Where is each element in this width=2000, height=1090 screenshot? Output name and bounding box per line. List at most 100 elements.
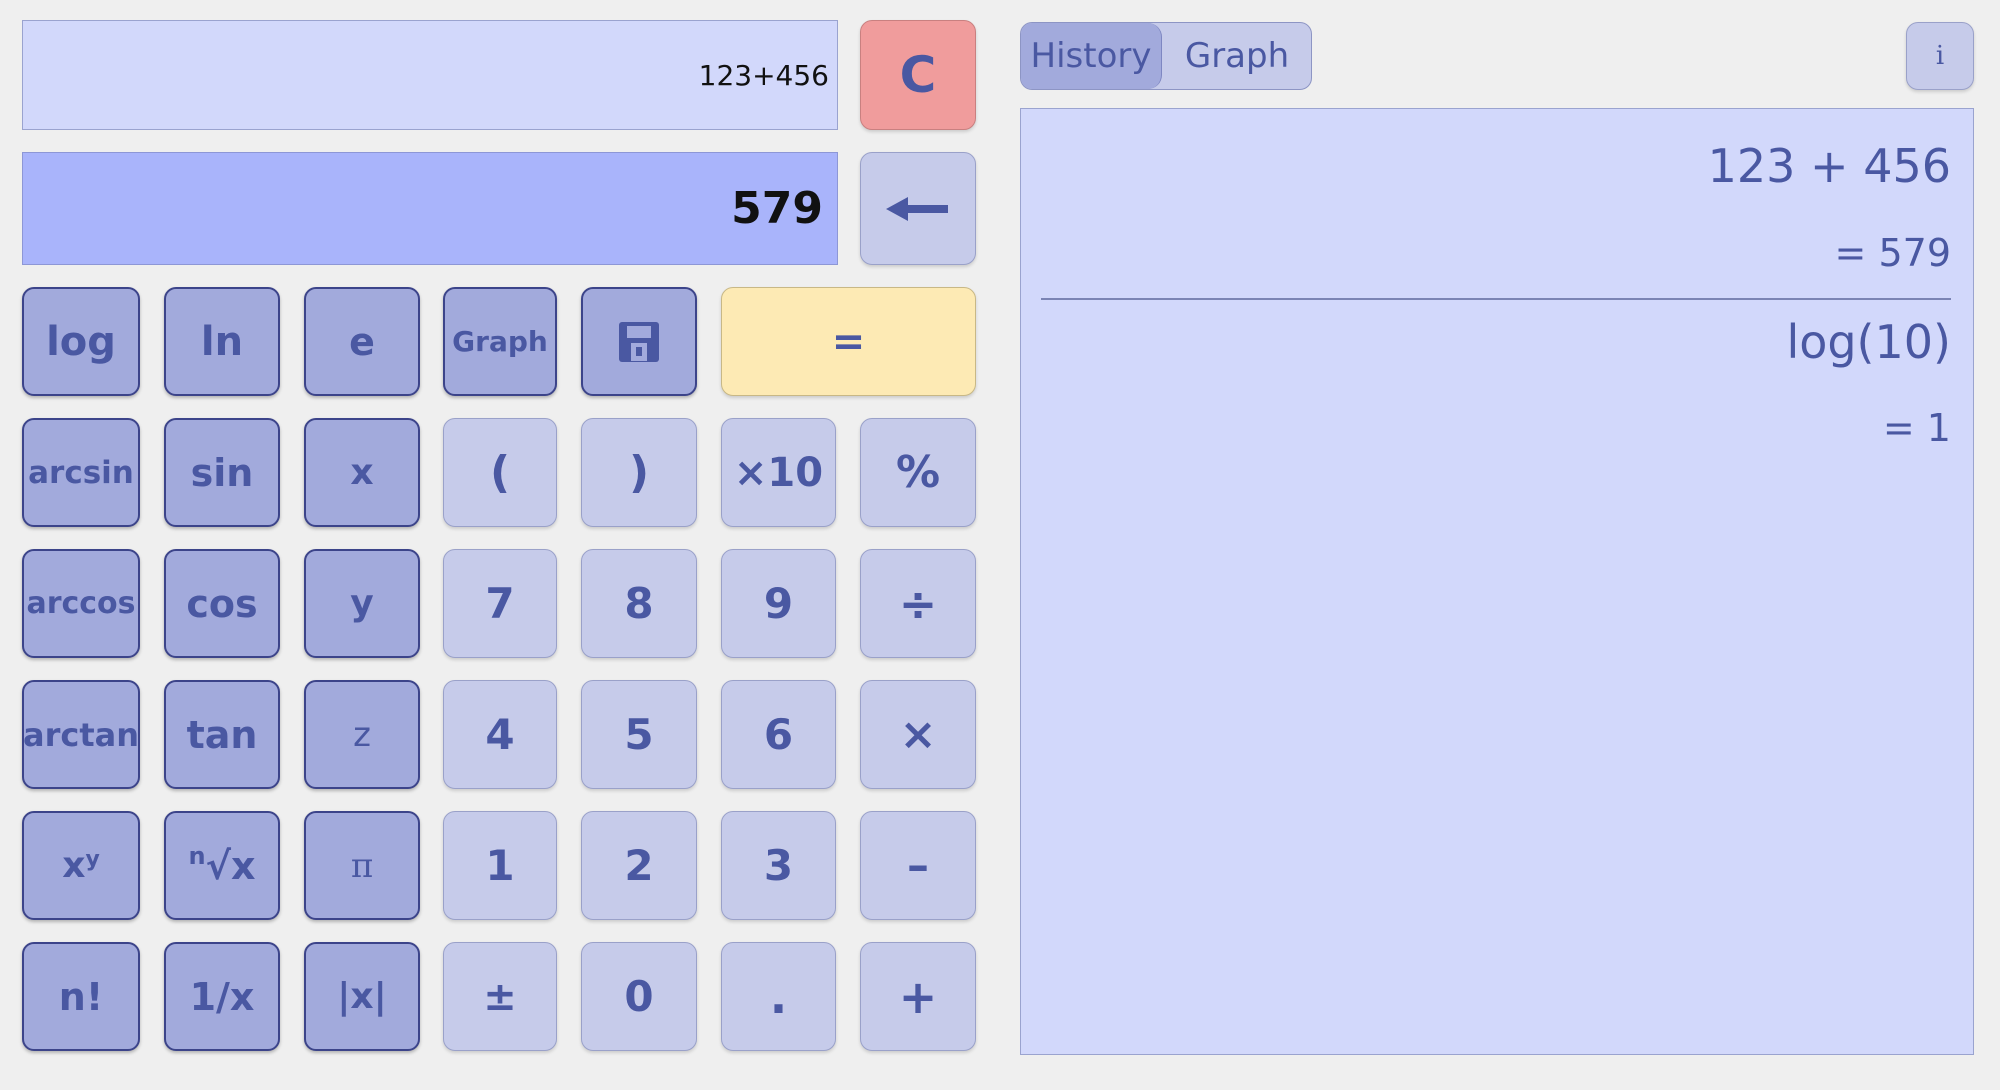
result-text: 579: [731, 183, 823, 234]
arccos-label: arccos: [26, 586, 136, 621]
digit-6-label: 6: [763, 710, 794, 759]
absolute-value-label: |x|: [337, 976, 387, 1017]
history-result[interactable]: = 1: [1883, 406, 1951, 450]
digit-6-button[interactable]: 6: [721, 680, 836, 789]
plus-label: +: [898, 969, 938, 1024]
root-body-label: √x: [205, 843, 256, 888]
factorial-button[interactable]: n!: [22, 942, 140, 1051]
expression-display: 123+456: [22, 20, 838, 130]
info-label: i: [1935, 41, 1945, 71]
tab-graph[interactable]: Graph: [1161, 23, 1311, 89]
arcsin-label: arcsin: [28, 454, 134, 491]
nth-root-button[interactable]: n √x: [164, 811, 280, 920]
plus-minus-label: ±: [483, 973, 517, 1020]
times-ten-label: ×10: [733, 449, 824, 496]
decimal-button[interactable]: .: [721, 942, 836, 1051]
graph-button[interactable]: Graph: [443, 287, 557, 396]
e-button[interactable]: e: [304, 287, 420, 396]
ln-button[interactable]: ln: [164, 287, 280, 396]
sin-label: sin: [190, 450, 254, 495]
e-label: e: [349, 319, 375, 364]
arcsin-button[interactable]: arcsin: [22, 418, 140, 527]
minus-label: –: [907, 840, 929, 891]
plus-minus-button[interactable]: ±: [443, 942, 557, 1051]
y-variable-button[interactable]: y: [304, 549, 420, 658]
y-label: y: [350, 583, 374, 624]
graph-label: Graph: [452, 325, 548, 358]
tan-button[interactable]: tan: [164, 680, 280, 789]
info-button[interactable]: i: [1906, 22, 1974, 90]
factorial-label: n!: [58, 974, 104, 1019]
view-tabs: History Graph: [1020, 22, 1312, 90]
plus-button[interactable]: +: [860, 942, 976, 1051]
left-arrow-icon: [886, 196, 948, 221]
power-exponent-label: y: [85, 847, 100, 872]
left-paren-label: (: [489, 447, 511, 498]
power-button[interactable]: xy: [22, 811, 140, 920]
digit-2-button[interactable]: 2: [581, 811, 697, 920]
tab-history-label: History: [1030, 36, 1152, 76]
ln-label: ln: [200, 318, 244, 365]
divide-label: ÷: [898, 576, 938, 631]
divide-button[interactable]: ÷: [860, 549, 976, 658]
expression-text: 123+456: [698, 58, 829, 92]
digit-9-button[interactable]: 9: [721, 549, 836, 658]
digit-2-label: 2: [624, 841, 654, 890]
minus-button[interactable]: –: [860, 811, 976, 920]
z-label: z: [353, 714, 371, 755]
equals-button[interactable]: =: [721, 287, 976, 396]
floppy-disk-icon: [619, 321, 659, 362]
x-variable-button[interactable]: x: [304, 418, 420, 527]
x-label: x: [350, 452, 374, 493]
absolute-value-button[interactable]: |x|: [304, 942, 420, 1051]
cos-button[interactable]: cos: [164, 549, 280, 658]
history-expression[interactable]: 123 + 456: [1708, 139, 1951, 193]
history-divider: [1041, 298, 1951, 300]
left-paren-button[interactable]: (: [443, 418, 557, 527]
cos-label: cos: [186, 581, 258, 626]
digit-4-label: 4: [485, 710, 515, 759]
history-expression[interactable]: log(10): [1786, 315, 1951, 369]
digit-5-button[interactable]: 5: [581, 680, 697, 789]
tan-label: tan: [186, 712, 258, 757]
multiply-button[interactable]: ×: [860, 680, 976, 789]
log-button[interactable]: log: [22, 287, 140, 396]
pi-button[interactable]: π: [304, 811, 420, 920]
digit-1-label: 1: [485, 841, 515, 890]
backspace-button[interactable]: [860, 152, 976, 265]
tab-history[interactable]: History: [1021, 23, 1162, 89]
history-panel: 123 + 456 = 579 log(10) = 1: [1020, 108, 1974, 1055]
digit-7-button[interactable]: 7: [443, 549, 557, 658]
z-variable-button[interactable]: z: [304, 680, 420, 789]
right-paren-button[interactable]: ): [581, 418, 697, 527]
reciprocal-button[interactable]: 1/x: [164, 942, 280, 1051]
sin-button[interactable]: sin: [164, 418, 280, 527]
clear-label: C: [899, 46, 937, 104]
result-display: 579: [22, 152, 838, 265]
times-ten-button[interactable]: ×10: [721, 418, 836, 527]
arccos-button[interactable]: arccos: [22, 549, 140, 658]
digit-3-button[interactable]: 3: [721, 811, 836, 920]
arctan-button[interactable]: arctan: [22, 680, 140, 789]
digit-4-button[interactable]: 4: [443, 680, 557, 789]
digit-5-label: 5: [624, 710, 654, 759]
pi-label: π: [350, 845, 374, 886]
log-label: log: [46, 318, 116, 365]
reciprocal-label: 1/x: [189, 974, 255, 1019]
save-button[interactable]: [581, 287, 697, 396]
arctan-label: arctan: [23, 715, 140, 754]
decimal-label: .: [769, 969, 788, 1024]
digit-3-label: 3: [763, 841, 794, 890]
percent-button[interactable]: %: [860, 418, 976, 527]
digit-0-label: 0: [624, 972, 654, 1021]
digit-7-label: 7: [485, 579, 515, 628]
digit-9-label: 9: [763, 579, 794, 628]
tab-graph-label: Graph: [1184, 36, 1290, 76]
history-result[interactable]: = 579: [1835, 231, 1951, 275]
digit-0-button[interactable]: 0: [581, 942, 697, 1051]
digit-8-button[interactable]: 8: [581, 549, 697, 658]
digit-1-button[interactable]: 1: [443, 811, 557, 920]
equals-label: =: [831, 318, 866, 365]
root-index-label: n: [188, 841, 206, 870]
clear-button[interactable]: C: [860, 20, 976, 130]
